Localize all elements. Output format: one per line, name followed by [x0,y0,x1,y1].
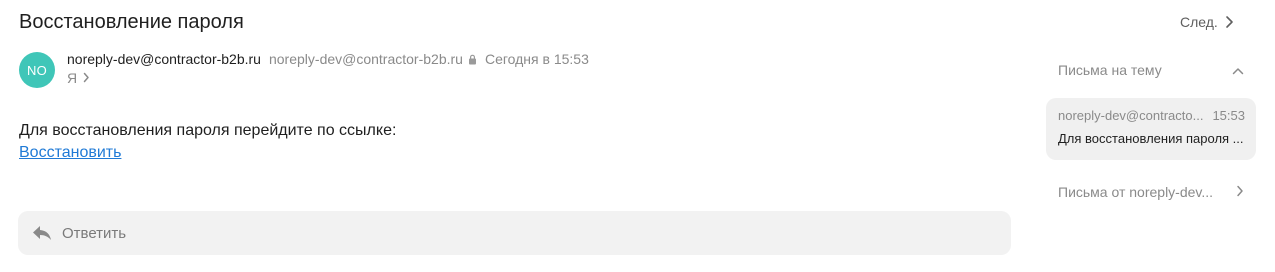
message-subject: Восстановление пароля [19,11,244,33]
chevron-up-icon [1232,62,1244,78]
chevron-right-icon [1236,184,1244,200]
thread-item-time: 15:53 [1212,108,1245,123]
chevron-right-icon [82,69,90,87]
thread-section-toggle[interactable]: Письма на тему [1058,62,1244,78]
message-view: Восстановление пароля След. NO noreply-d… [0,0,1275,272]
lock-icon [468,54,477,65]
avatar[interactable]: NO [19,52,55,88]
reply-label: Ответить [62,224,127,242]
thread-item-header: noreply-dev@contracto... 15:53 [1058,108,1245,123]
recipient-label: Я [67,70,78,86]
sender-email[interactable]: noreply-dev@contractor-b2b.ru [269,50,463,68]
sender-line: noreply-dev@contractor-b2b.ru noreply-de… [67,50,589,68]
letters-from-sender-link[interactable]: Письма от noreply-dev... [1058,184,1244,200]
thread-section-title: Письма на тему [1058,62,1162,78]
message-date: Сегодня в 15:53 [484,51,589,67]
message-body-text: Для восстановления пароля перейдите по с… [19,122,397,139]
reply-arrow-icon [32,225,52,241]
thread-item[interactable]: noreply-dev@contracto... 15:53 Для восст… [1046,98,1256,160]
next-message-button[interactable]: След. [1180,11,1234,33]
thread-item-preview: Для восстановления пароля ... [1058,131,1244,146]
letters-from-sender-label: Письма от noreply-dev... [1058,184,1214,200]
recipient-toggle[interactable]: Я [67,69,90,87]
reply-button[interactable]: Ответить [18,211,1011,255]
next-message-label: След. [1180,14,1218,30]
restore-link[interactable]: Восстановить [19,143,121,163]
sender-name[interactable]: noreply-dev@contractor-b2b.ru [67,50,261,68]
chevron-right-icon [1224,15,1234,29]
thread-item-from: noreply-dev@contracto... [1058,108,1204,123]
